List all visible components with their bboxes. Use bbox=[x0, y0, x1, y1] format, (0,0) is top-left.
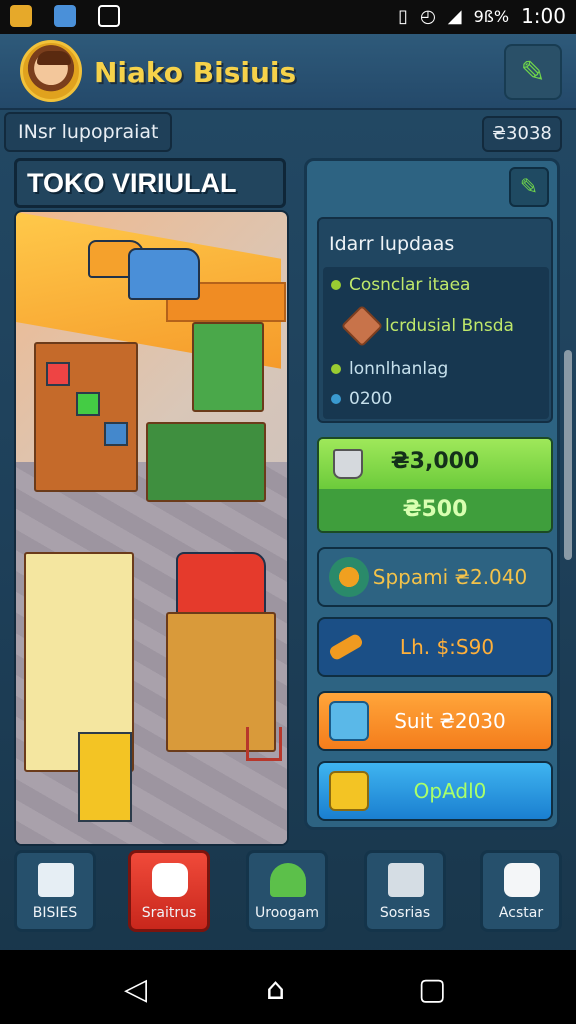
info-row-text: 0200 bbox=[349, 389, 393, 409]
avatar[interactable] bbox=[20, 40, 82, 102]
battery-text: 9ß% bbox=[473, 6, 510, 26]
detail-panel: ✎ Idarr lupdaas Cosnclar itaea lcrdusial… bbox=[304, 158, 560, 830]
vibrate-icon: ▯ bbox=[398, 5, 409, 27]
status-bar: ▯ ◴ ◢ 9ß% 1:00 bbox=[0, 0, 576, 34]
info-list: Cosnclar itaea lcrdusial Bnsda lonnlhanl… bbox=[323, 267, 549, 419]
car-icon bbox=[152, 863, 188, 897]
store-scene[interactable] bbox=[14, 210, 289, 846]
clock: 1:00 bbox=[521, 4, 566, 28]
wifi-icon: ◢ bbox=[447, 5, 462, 27]
badge-icon bbox=[340, 304, 384, 348]
store-icon bbox=[38, 863, 74, 897]
cube-icon bbox=[329, 701, 369, 741]
alarm-icon: ◴ bbox=[420, 5, 436, 27]
action-button-suit[interactable]: Suit ₴2030 bbox=[317, 691, 553, 751]
info-row-text: lonnlhanlag bbox=[349, 359, 449, 379]
info-title: Idarr lupdaas bbox=[329, 233, 455, 255]
info-row: lonnlhanlag bbox=[331, 359, 448, 379]
home-icon[interactable]: ⌂ bbox=[266, 972, 285, 1007]
growth-icon bbox=[270, 863, 306, 897]
shelf-center bbox=[192, 322, 264, 412]
action-label: Sppami ₴2.040 bbox=[372, 565, 528, 589]
nav-button-stories[interactable]: Sosrias bbox=[364, 850, 446, 932]
price-main: ₴3,000 bbox=[390, 449, 480, 474]
compass-icon bbox=[329, 557, 369, 597]
nav-label: Sosrias bbox=[379, 905, 431, 921]
price-card[interactable]: ₴3,000 ₴500 bbox=[317, 437, 553, 533]
edit-button[interactable]: ✎ bbox=[504, 44, 562, 100]
product-box bbox=[46, 362, 70, 386]
action-button-spend[interactable]: Sppami ₴2.040 bbox=[317, 547, 553, 607]
info-row: 0200 bbox=[331, 389, 392, 409]
recents-icon[interactable]: ▢ bbox=[418, 972, 446, 1007]
bullet-icon bbox=[331, 364, 341, 374]
bottom-nav: BISIES Sraitrus Uroogam Sosrias Acstar bbox=[0, 846, 576, 946]
dice-icon bbox=[504, 863, 540, 897]
package-icon bbox=[54, 5, 76, 27]
info-card: Idarr lupdaas Cosnclar itaea lcrdusial B… bbox=[317, 217, 553, 423]
display-table bbox=[146, 422, 266, 502]
hammer-icon bbox=[327, 632, 365, 662]
nav-label: BISIES bbox=[32, 905, 78, 921]
pencil-icon: ✎ bbox=[520, 54, 546, 90]
sub-label: INsr lupopraiat bbox=[4, 112, 173, 152]
coin-balance: ₴3038 bbox=[482, 116, 562, 152]
action-label: Lh. $:S90 bbox=[399, 635, 495, 659]
system-nav-bar: ◁ ⌂ ▢ bbox=[0, 950, 576, 1024]
sub-header: INsr lupopraiat ₴3038 bbox=[0, 110, 576, 158]
action-label: Suit ₴2030 bbox=[394, 709, 506, 733]
nav-label: Acstar bbox=[498, 905, 544, 921]
bullet-icon bbox=[331, 394, 341, 404]
nav-button-status[interactable]: Sraitrus bbox=[128, 850, 210, 932]
blue-van bbox=[128, 248, 200, 300]
info-row-text: Cosnclar itaea bbox=[349, 275, 471, 295]
product-box bbox=[76, 392, 100, 416]
price-sub: ₴500 bbox=[402, 497, 468, 522]
page-title: Niako Bisiuis bbox=[94, 56, 297, 89]
shopping-cart-icon bbox=[246, 727, 282, 761]
nav-button-program[interactable]: Uroogam bbox=[246, 850, 328, 932]
scrollbar[interactable] bbox=[564, 350, 572, 560]
action-label: OpAdl0 bbox=[413, 779, 487, 803]
register-icon bbox=[388, 863, 424, 897]
action-button-open[interactable]: OpAdl0 bbox=[317, 761, 553, 821]
info-row: Cosnclar itaea bbox=[331, 275, 470, 295]
bullet-icon bbox=[331, 280, 341, 290]
crate-icon bbox=[329, 771, 369, 811]
nav-label: Sraitrus bbox=[141, 905, 197, 921]
app-icon bbox=[10, 5, 32, 27]
pencil-icon: ✎ bbox=[519, 174, 539, 200]
atm bbox=[78, 732, 132, 822]
image-icon bbox=[98, 5, 120, 27]
product-box bbox=[104, 422, 128, 446]
info-row-text: lcrdusial Bnsda bbox=[385, 316, 514, 336]
nav-label: Uroogam bbox=[255, 905, 319, 921]
info-row: lcrdusial Bnsda bbox=[340, 304, 514, 348]
header: Niako Bisiuis ✎ bbox=[0, 34, 576, 110]
game-screen: ▯ ◴ ◢ 9ß% 1:00 Niako Bisiuis ✎ INsr lupo… bbox=[0, 0, 576, 1024]
action-button-list[interactable]: Lh. $:S90 bbox=[317, 617, 553, 677]
store-title: TOKO VIRIULAL bbox=[14, 158, 286, 208]
nav-button-business[interactable]: BISIES bbox=[14, 850, 96, 932]
panel-edit-button[interactable]: ✎ bbox=[509, 167, 549, 207]
nav-button-action[interactable]: Acstar bbox=[480, 850, 562, 932]
back-icon[interactable]: ◁ bbox=[124, 972, 147, 1007]
